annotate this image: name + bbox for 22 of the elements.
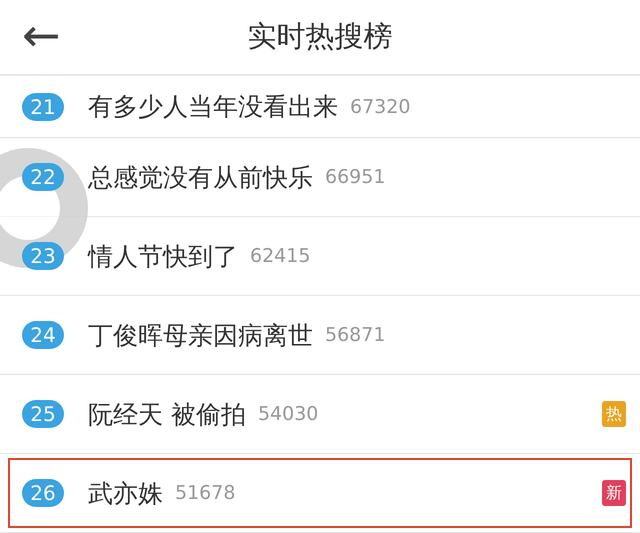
topic-link[interactable]: 有多少人当年没看出来 bbox=[88, 90, 338, 123]
topic-link[interactable]: 丁俊晖母亲因病离世 bbox=[88, 318, 313, 352]
rank-badge: 26 bbox=[22, 479, 64, 507]
topic-link[interactable]: 总感觉没有从前快乐 bbox=[88, 160, 313, 194]
search-count: 62415 bbox=[250, 245, 310, 267]
rank-badge: 23 bbox=[22, 242, 64, 270]
rank-badge: 21 bbox=[22, 92, 64, 120]
back-button[interactable]: ← bbox=[22, 8, 61, 62]
rank-badge: 25 bbox=[22, 400, 64, 428]
search-count: 51678 bbox=[175, 482, 236, 504]
status-tag: 热 bbox=[602, 401, 626, 427]
search-count: 56871 bbox=[325, 324, 386, 346]
search-count: 54030 bbox=[258, 403, 318, 425]
search-count: 66951 bbox=[325, 166, 386, 188]
rank-badge: 24 bbox=[22, 321, 64, 349]
page-title: 实时热搜榜 bbox=[248, 18, 392, 55]
topic-link[interactable]: 情人节快到了 bbox=[88, 240, 238, 272]
status-tag: 新 bbox=[602, 480, 626, 506]
topic-link[interactable]: 阮经天 被偷拍 bbox=[88, 398, 246, 430]
topic-link[interactable]: 武亦姝 bbox=[88, 476, 163, 510]
rank-badge: 22 bbox=[22, 163, 64, 191]
search-count: 67320 bbox=[350, 96, 410, 118]
